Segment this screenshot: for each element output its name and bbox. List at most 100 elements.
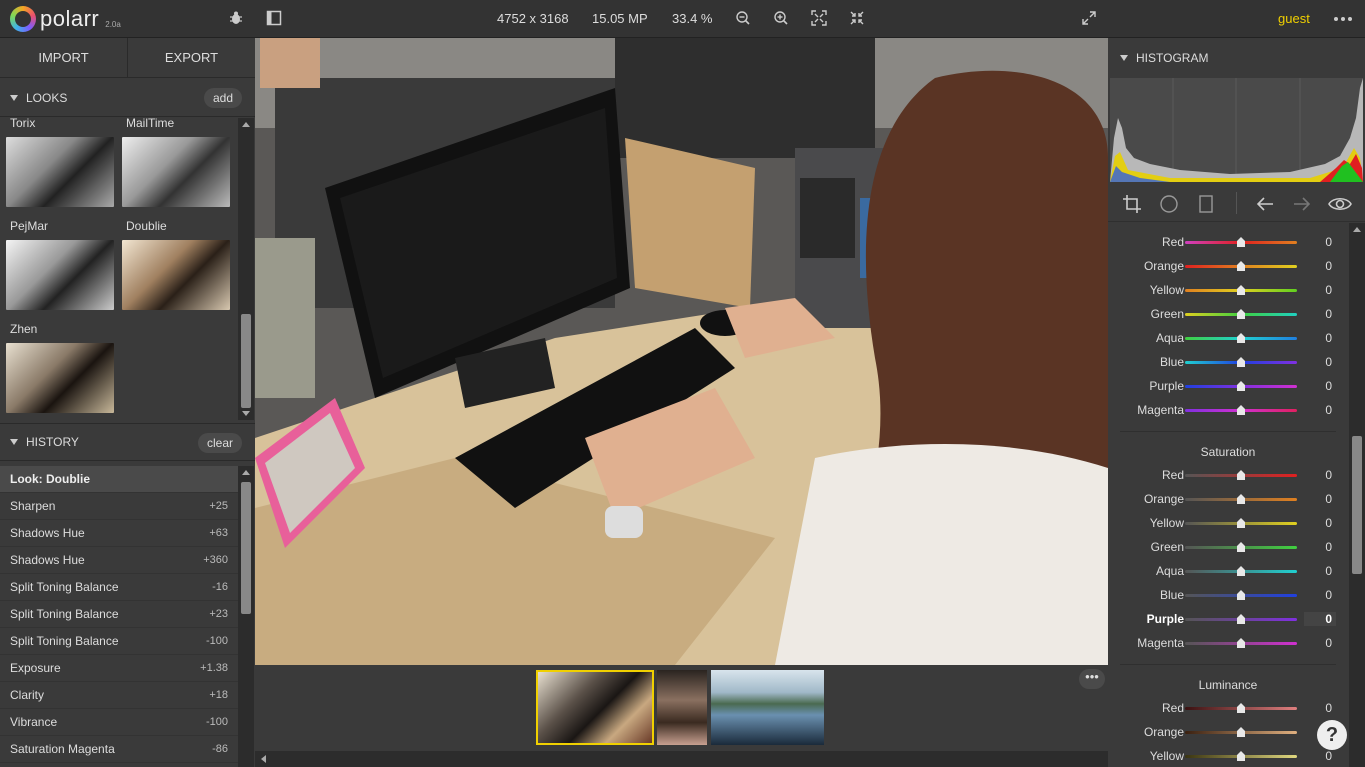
zoom-in-icon[interactable] [772,10,790,28]
adjustments-scrollbar[interactable] [1349,223,1365,767]
history-item[interactable]: Look: Doublie [0,466,238,493]
history-item[interactable]: Exposure +1.38 [0,655,238,682]
crop-icon[interactable] [1122,194,1142,214]
help-button[interactable]: ? [1317,720,1347,750]
slider-knob[interactable] [1237,261,1245,271]
look-torix[interactable]: Torix [6,118,114,213]
fullscreen-icon[interactable] [1080,10,1098,28]
undo-icon[interactable] [1255,194,1275,214]
slider-knob[interactable] [1237,285,1245,295]
history-item[interactable]: Saturation Magenta -86 [0,736,238,763]
history-item[interactable]: Shadows Hue +63 [0,520,238,547]
slider-value[interactable]: 0 [1304,701,1336,715]
scroll-up-icon[interactable] [242,122,250,127]
export-button[interactable]: EXPORT [128,38,255,77]
photo-canvas[interactable] [255,38,1108,665]
slider-value[interactable]: 0 [1304,379,1336,393]
luminance-red-slider[interactable]: Red 0 [1108,696,1348,720]
scroll-thumb[interactable] [241,482,251,614]
slider-value[interactable]: 0 [1304,588,1336,602]
slider-value[interactable]: 0 [1304,612,1336,626]
look-zhen[interactable]: Zhen [6,322,114,419]
looks-header[interactable]: LOOKS add [0,79,255,117]
slider-value[interactable]: 0 [1304,468,1336,482]
slider-knob[interactable] [1237,470,1245,480]
hue-red-slider[interactable]: Red 0 [1108,230,1348,254]
filmstrip-thumb[interactable] [657,670,707,745]
looks-scrollbar[interactable] [238,118,254,420]
scroll-left-icon[interactable] [261,755,266,763]
slider-knob[interactable] [1237,333,1245,343]
saturation-purple-slider[interactable]: Purple 0 [1108,607,1348,631]
slider-value[interactable]: 0 [1304,564,1336,578]
history-item[interactable]: Clarity +18 [0,682,238,709]
slider-knob[interactable] [1237,703,1245,713]
add-look-button[interactable]: add [203,88,242,108]
slider-knob[interactable] [1237,542,1245,552]
slider-knob[interactable] [1237,309,1245,319]
hue-purple-slider[interactable]: Purple 0 [1108,374,1348,398]
clear-history-button[interactable]: clear [197,433,242,453]
history-item[interactable]: Split Toning Balance -100 [0,628,238,655]
history-item[interactable]: Split Toning Balance -16 [0,574,238,601]
hue-magenta-slider[interactable]: Magenta 0 [1108,398,1348,422]
scroll-down-icon[interactable] [242,411,250,416]
user-name[interactable]: guest [1278,11,1310,26]
history-header[interactable]: HISTORY clear [0,423,255,461]
saturation-aqua-slider[interactable]: Aqua 0 [1108,559,1348,583]
slider-knob[interactable] [1237,357,1245,367]
slider-value[interactable]: 0 [1304,749,1336,763]
slider-knob[interactable] [1237,638,1245,648]
histogram-header[interactable]: HISTOGRAM [1108,38,1365,78]
look-doublie[interactable]: Doublie [122,219,230,316]
slider-value[interactable]: 0 [1304,636,1336,650]
sidebar-toggle-icon[interactable] [265,10,283,28]
slider-knob[interactable] [1237,566,1245,576]
saturation-red-slider[interactable]: Red 0 [1108,463,1348,487]
scroll-up-icon[interactable] [242,470,250,475]
slider-knob[interactable] [1237,518,1245,528]
look-mailtime[interactable]: MailTime [122,118,230,213]
slider-value[interactable]: 0 [1304,307,1336,321]
slider-knob[interactable] [1237,751,1245,761]
slider-knob[interactable] [1237,614,1245,624]
slider-value[interactable]: 0 [1304,516,1336,530]
hue-yellow-slider[interactable]: Yellow 0 [1108,278,1348,302]
saturation-yellow-slider[interactable]: Yellow 0 [1108,511,1348,535]
gradient-mask-icon[interactable] [1196,194,1216,214]
history-item[interactable]: Sharpen +25 [0,493,238,520]
scroll-up-icon[interactable] [1353,227,1361,232]
more-icon[interactable] [1333,10,1353,28]
slider-value[interactable]: 0 [1304,283,1336,297]
zoom-out-icon[interactable] [734,10,752,28]
filmstrip-more-button[interactable]: ••• [1079,669,1105,689]
slider-knob[interactable] [1237,590,1245,600]
luminance-orange-slider[interactable]: Orange0 [1108,720,1348,744]
slider-knob[interactable] [1237,237,1245,247]
hue-green-slider[interactable]: Green 0 [1108,302,1348,326]
slider-knob[interactable] [1237,494,1245,504]
radial-mask-icon[interactable] [1159,194,1179,214]
luminance-yellow-slider[interactable]: Yellow 0 [1108,744,1348,767]
hue-orange-slider[interactable]: Orange 0 [1108,254,1348,278]
bug-icon[interactable] [227,10,245,28]
filmstrip-scrollbar[interactable] [255,751,1108,767]
actual-size-icon[interactable] [848,10,866,28]
fit-screen-icon[interactable] [810,10,828,28]
redo-icon[interactable] [1292,194,1312,214]
filmstrip-thumb[interactable] [711,670,824,745]
look-pejmar[interactable]: PejMar [6,219,114,316]
saturation-blue-slider[interactable]: Blue 0 [1108,583,1348,607]
slider-value[interactable]: 0 [1304,355,1336,369]
history-item[interactable]: Split Toning Balance +23 [0,601,238,628]
saturation-magenta-slider[interactable]: Magenta 0 [1108,631,1348,655]
hue-blue-slider[interactable]: Blue 0 [1108,350,1348,374]
history-scrollbar[interactable] [238,466,254,767]
slider-knob[interactable] [1237,727,1245,737]
slider-knob[interactable] [1237,405,1245,415]
slider-value[interactable]: 0 [1304,259,1336,273]
scroll-thumb[interactable] [241,314,251,408]
slider-knob[interactable] [1237,381,1245,391]
history-item[interactable]: Shadows Hue +360 [0,547,238,574]
slider-value[interactable]: 0 [1304,540,1336,554]
